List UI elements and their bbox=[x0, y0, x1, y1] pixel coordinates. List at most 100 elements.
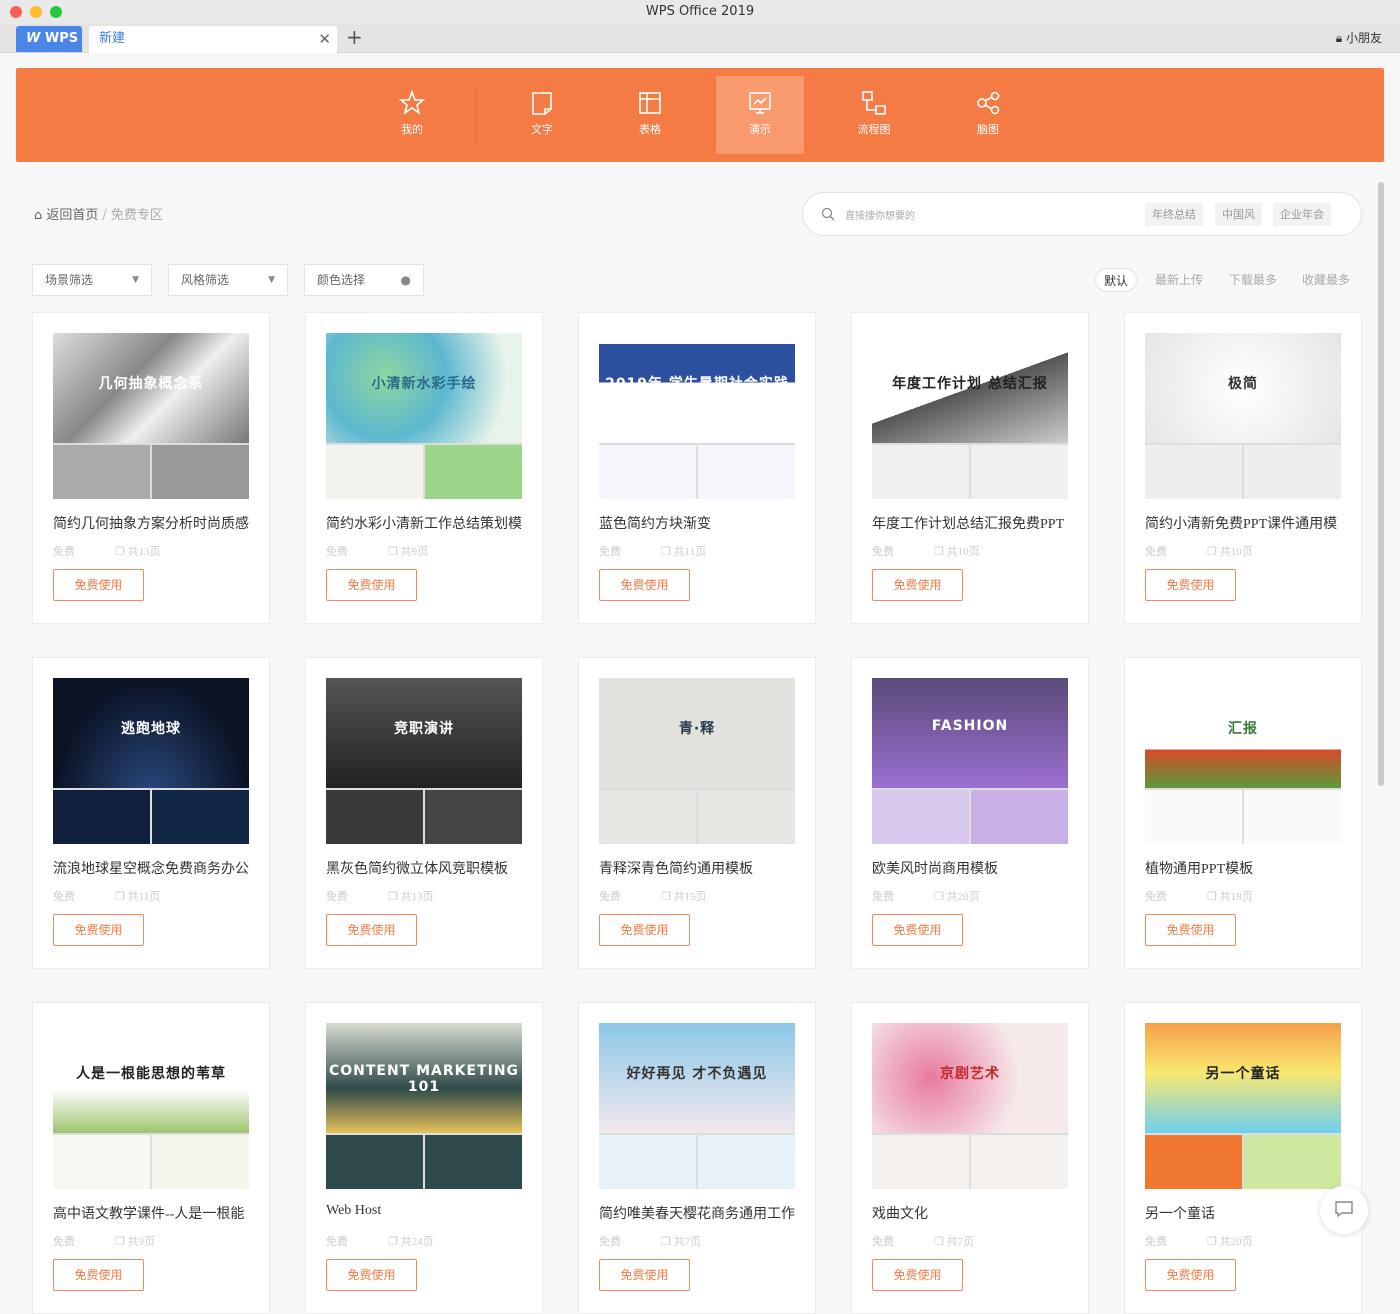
scene-filter-dropdown[interactable]: 场景筛选 ▼ bbox=[32, 264, 152, 296]
template-card[interactable]: 极简 简约小清新免费PPT课件通用模 免费 ❐ 共10页 免费使用 bbox=[1124, 312, 1362, 624]
template-thumbnail[interactable]: 竞职演讲 bbox=[326, 678, 522, 844]
use-free-button[interactable]: 免费使用 bbox=[1145, 1259, 1236, 1291]
template-thumbnail[interactable]: 年度工作计划 总结汇报 bbox=[872, 333, 1068, 499]
template-title[interactable]: 流浪地球星空概念免费商务办公 bbox=[53, 858, 253, 878]
thumbnail-slide bbox=[152, 1135, 249, 1189]
close-window-button[interactable] bbox=[10, 6, 22, 18]
template-thumbnail[interactable]: FASHION bbox=[872, 678, 1068, 844]
add-tab-button[interactable]: + bbox=[346, 24, 363, 51]
template-title[interactable]: 植物通用PPT模板 bbox=[1145, 858, 1345, 878]
template-thumbnail[interactable]: 另一个童话 bbox=[1145, 1023, 1341, 1189]
template-title[interactable]: 戏曲文化 bbox=[872, 1203, 1072, 1223]
price-label: 免费 bbox=[1145, 1236, 1167, 1248]
nav-mindmap[interactable]: 脑图 bbox=[944, 76, 1032, 154]
template-title[interactable]: 青释深青色简约通用模板 bbox=[599, 858, 799, 878]
template-card[interactable]: FASHION 欧美风时尚商用模板 免费 ❐ 共20页 免费使用 bbox=[851, 657, 1089, 969]
use-free-button[interactable]: 免费使用 bbox=[872, 1259, 963, 1291]
thumbnail-slide bbox=[425, 790, 522, 844]
template-title[interactable]: 简约水彩小清新工作总结策划模 bbox=[326, 513, 526, 533]
template-thumbnail[interactable]: 逃跑地球 bbox=[53, 678, 249, 844]
template-thumbnail[interactable]: 小清新水彩手绘 bbox=[326, 333, 522, 499]
user-account[interactable]: 🔒︎ 小朋友 bbox=[1336, 24, 1382, 52]
template-meta: 免费 ❐ 共11页 bbox=[53, 888, 160, 904]
template-title[interactable]: 年度工作计划总结汇报免费PPT bbox=[872, 513, 1072, 533]
minimize-window-button[interactable] bbox=[30, 6, 42, 18]
price-label: 免费 bbox=[1145, 891, 1167, 903]
nav-spreadsheet[interactable]: 表格 bbox=[606, 76, 694, 154]
new-document-tab[interactable]: 新建 ✕ bbox=[89, 26, 337, 53]
template-thumbnail[interactable]: 几何抽象概念系 bbox=[53, 333, 249, 499]
use-free-button[interactable]: 免费使用 bbox=[872, 914, 963, 946]
scrollbar[interactable] bbox=[1378, 182, 1384, 786]
search-tag[interactable]: 企业年会 bbox=[1273, 203, 1331, 226]
pages-icon: ❐ bbox=[115, 891, 128, 903]
template-thumbnail[interactable]: 好好再见 才不负遇见 bbox=[599, 1023, 795, 1189]
template-thumbnail[interactable]: 京剧艺术 bbox=[872, 1023, 1068, 1189]
template-title[interactable]: 蓝色简约方块渐变 bbox=[599, 513, 799, 533]
nav-writer[interactable]: 文字 bbox=[498, 76, 586, 154]
breadcrumb-home-link[interactable]: 返回首页 bbox=[46, 208, 98, 223]
template-card[interactable]: 小清新水彩手绘 简约水彩小清新工作总结策划模 免费 ❐ 共9页 免费使用 bbox=[305, 312, 543, 624]
page-count-text: 共13页 bbox=[400, 891, 434, 903]
template-title[interactable]: 简约小清新免费PPT课件通用模 bbox=[1145, 513, 1345, 533]
search-tag[interactable]: 年终总结 bbox=[1145, 203, 1203, 226]
template-card[interactable]: 青·释 青释深青色简约通用模板 免费 ❐ 共15页 免费使用 bbox=[578, 657, 816, 969]
use-free-button[interactable]: 免费使用 bbox=[1145, 569, 1236, 601]
template-card[interactable]: 逃跑地球流浪地球星空概念免费商务办公免费 ❐ 共11页免费使用 bbox=[32, 657, 270, 969]
template-card[interactable]: 人是一根能思想的苇草 高中语文教学课件--人是一根能 免费 ❐ 共9页 免费使用 bbox=[32, 1002, 270, 1314]
nav-presentation[interactable]: 演示 bbox=[716, 76, 804, 154]
template-thumbnail[interactable]: CONTENT MARKETING 101 bbox=[326, 1023, 522, 1189]
use-free-button[interactable]: 免费使用 bbox=[872, 569, 963, 601]
use-free-button[interactable]: 免费使用 bbox=[326, 569, 417, 601]
chat-support-button[interactable] bbox=[1320, 1186, 1368, 1234]
use-free-button[interactable]: 免费使用 bbox=[326, 1259, 417, 1291]
window-title: WPS Office 2019 bbox=[645, 4, 755, 19]
user-name: 小朋友 bbox=[1345, 31, 1382, 45]
use-free-button[interactable]: 免费使用 bbox=[53, 914, 144, 946]
template-card[interactable]: 汇报 植物通用PPT模板 免费 ❐ 共18页 免费使用 bbox=[1124, 657, 1362, 969]
template-title[interactable]: 简约唯美春天樱花商务通用工作 bbox=[599, 1203, 799, 1223]
use-free-button[interactable]: 免费使用 bbox=[53, 1259, 144, 1291]
template-card[interactable]: 另一个童话 另一个童话 免费 ❐ 共20页 免费使用 bbox=[1124, 1002, 1362, 1314]
search-tag[interactable]: 中国风 bbox=[1215, 203, 1262, 226]
color-filter-picker[interactable]: 颜色选择 ● bbox=[304, 264, 424, 296]
template-card[interactable]: CONTENT MARKETING 101 Web Host 免费 ❐ 共24页 免费使… bbox=[305, 1002, 543, 1314]
template-thumbnail[interactable]: 人是一根能思想的苇草 bbox=[53, 1023, 249, 1189]
nav-mine[interactable]: 我的 bbox=[368, 76, 456, 154]
close-tab-icon[interactable]: ✕ bbox=[318, 26, 331, 52]
use-free-button[interactable]: 免费使用 bbox=[326, 914, 417, 946]
template-card[interactable]: 年度工作计划 总结汇报 年度工作计划总结汇报免费PPT 免费 ❐ 共10页 免费使用 bbox=[851, 312, 1089, 624]
use-free-button[interactable]: 免费使用 bbox=[599, 569, 690, 601]
use-free-button[interactable]: 免费使用 bbox=[599, 1259, 690, 1291]
sort-most-favorited[interactable]: 收藏最多 bbox=[1294, 268, 1358, 292]
template-title[interactable]: 高中语文教学课件--人是一根能 bbox=[53, 1203, 253, 1223]
template-title[interactable]: 简约几何抽象方案分析时尚质感 bbox=[53, 513, 253, 533]
style-filter-dropdown[interactable]: 风格筛选 ▼ bbox=[168, 264, 288, 296]
template-card[interactable]: 2019年 学生暑期社会实践报告 蓝色简约方块渐变 免费 ❐ 共11页 免费使用 bbox=[578, 312, 816, 624]
thumbnail-title: 好好再见 才不负遇见 bbox=[626, 1066, 768, 1082]
template-thumbnail[interactable]: 汇报 bbox=[1145, 678, 1341, 844]
template-card[interactable]: 竞职演讲 黑灰色简约微立体风竞职模板 免费 ❐ 共13页 免费使用 bbox=[305, 657, 543, 969]
template-title[interactable]: Web Host bbox=[326, 1203, 526, 1219]
sort-newest[interactable]: 最新上传 bbox=[1147, 268, 1211, 292]
wps-home-tab[interactable]: W WPS bbox=[16, 26, 82, 52]
template-thumbnail[interactable]: 2019年 学生暑期社会实践报告 bbox=[599, 333, 795, 499]
price-label: 免费 bbox=[326, 1236, 348, 1248]
template-thumbnail[interactable]: 极简 bbox=[1145, 333, 1341, 499]
template-card[interactable]: 京剧艺术 戏曲文化 免费 ❐ 共7页 免费使用 bbox=[851, 1002, 1089, 1314]
use-free-button[interactable]: 免费使用 bbox=[1145, 914, 1236, 946]
search-bar[interactable]: 直接搜你想要的 年终总结 中国风 企业年会 bbox=[802, 192, 1362, 236]
use-free-button[interactable]: 免费使用 bbox=[599, 914, 690, 946]
sort-most-downloaded[interactable]: 下载最多 bbox=[1221, 268, 1285, 292]
template-thumbnail[interactable]: 青·释 bbox=[599, 678, 795, 844]
template-title[interactable]: 欧美风时尚商用模板 bbox=[872, 858, 1072, 878]
template-title[interactable]: 另一个童话 bbox=[1145, 1203, 1345, 1223]
template-card[interactable]: 好好再见 才不负遇见 简约唯美春天樱花商务通用工作 免费 ❐ 共7页 免费使用 bbox=[578, 1002, 816, 1314]
template-card[interactable]: 几何抽象概念系 简约几何抽象方案分析时尚质感 免费 ❐ 共13页 免费使用 bbox=[32, 312, 270, 624]
nav-flowchart[interactable]: 流程图 bbox=[830, 76, 918, 154]
template-title[interactable]: 黑灰色简约微立体风竞职模板 bbox=[326, 858, 526, 878]
zoom-window-button[interactable] bbox=[50, 6, 62, 18]
use-free-button[interactable]: 免费使用 bbox=[53, 569, 144, 601]
sort-default[interactable]: 默认 bbox=[1095, 268, 1138, 292]
style-filter-label: 风格筛选 bbox=[181, 273, 230, 287]
